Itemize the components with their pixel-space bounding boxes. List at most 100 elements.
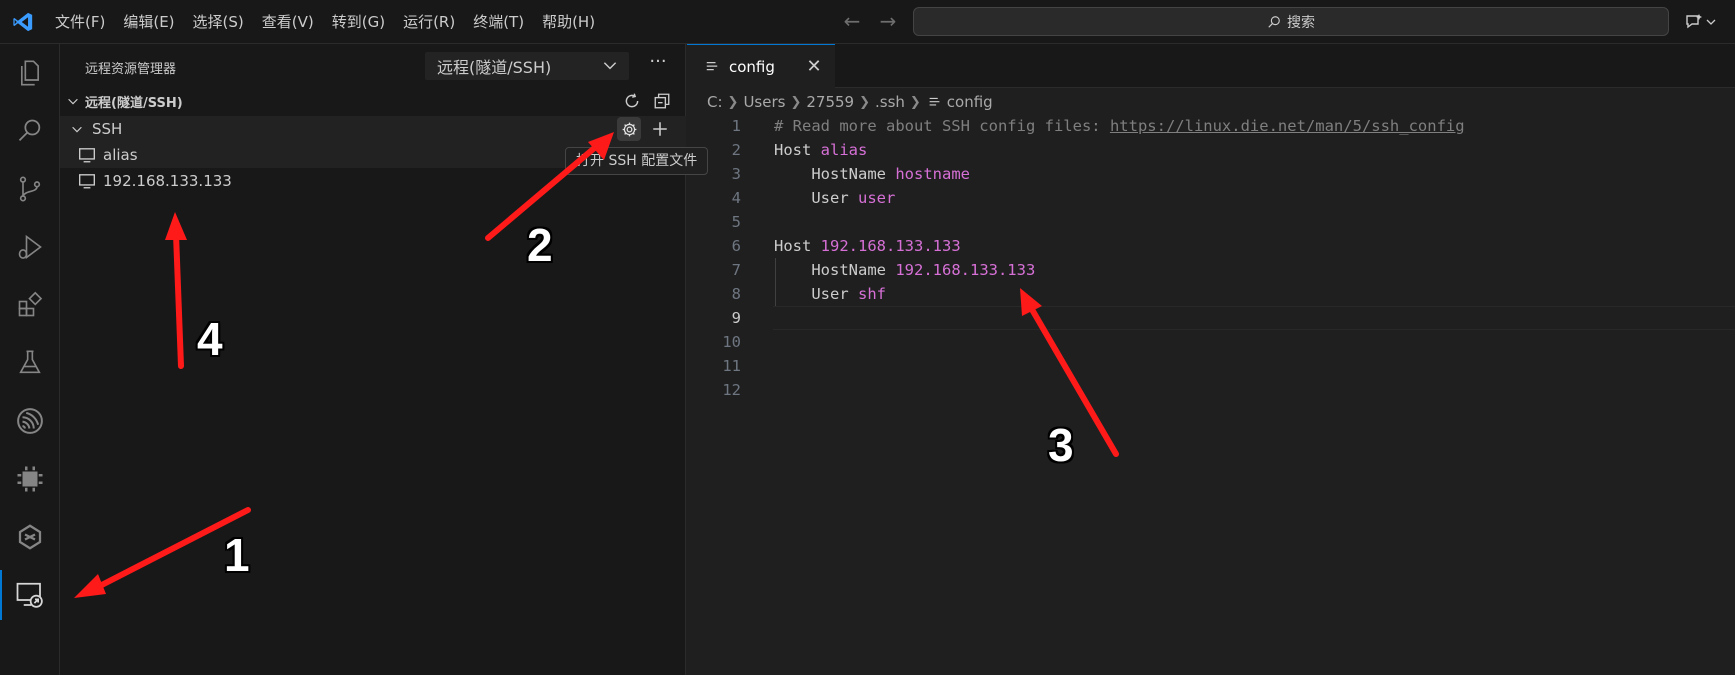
menu-go[interactable]: 转到(G) (323, 0, 394, 44)
command-center-search[interactable]: 搜索 (913, 7, 1669, 36)
code-line-6: Host 192.168.133.133 (774, 234, 961, 258)
refresh-icon[interactable] (620, 90, 644, 112)
remote-explorer-icon[interactable] (0, 566, 60, 624)
code-line-1: # Read more about SSH config files: http… (774, 114, 1465, 138)
chevron-right-icon: ❯ (909, 94, 921, 110)
sidebar-title: 远程资源管理器 (85, 62, 177, 77)
code-key: Host (774, 237, 821, 255)
menu-file[interactable]: 文件(F) (46, 0, 114, 44)
line-number: 11 (722, 357, 741, 375)
extensions-icon[interactable] (0, 276, 60, 334)
annotation-number-3: 3 (1048, 419, 1074, 471)
forward-arrow-icon[interactable]: → (874, 8, 902, 36)
code-key: HostName (774, 261, 896, 279)
search-icon[interactable] (0, 102, 60, 160)
chevron-right-icon: ❯ (859, 94, 870, 110)
activity-bar (0, 44, 60, 675)
ssh-config-doc-link[interactable]: https://linux.die.net/man/5/ssh_config (1110, 117, 1465, 135)
chevron-down-icon (1706, 19, 1716, 25)
menu-terminal[interactable]: 终端(T) (464, 0, 533, 44)
testing-icon[interactable] (0, 334, 60, 392)
code-value: alias (820, 141, 868, 159)
section-title: 远程(隧道/SSH) (85, 95, 183, 111)
file-lines-icon (929, 97, 940, 105)
menu-run[interactable]: 运行(R) (394, 0, 464, 44)
code-value: hostname (895, 165, 970, 183)
source-control-icon[interactable] (0, 160, 60, 218)
chip-icon[interactable] (0, 450, 60, 508)
code-key: User (774, 285, 858, 303)
code-line-8: User shf (774, 282, 886, 306)
more-actions-icon[interactable]: ··· (645, 52, 671, 78)
explorer-icon[interactable] (0, 44, 60, 102)
back-arrow-icon[interactable]: ← (838, 8, 866, 36)
collapse-all-icon[interactable] (650, 90, 674, 112)
line-number: 5 (731, 213, 741, 231)
annotation-number-2: 2 (527, 219, 553, 271)
comment-text: # Read more about SSH config files: (774, 117, 1110, 135)
monitor-icon (79, 148, 95, 163)
copilot-button[interactable] (1680, 8, 1720, 36)
nav-arrows: ← → (838, 8, 902, 36)
vscode-logo-icon (0, 0, 46, 44)
code-line-2: Host alias (774, 138, 867, 162)
breadcrumb-item[interactable]: config (947, 93, 993, 111)
close-icon[interactable]: ✕ (803, 55, 825, 77)
file-lines-icon (706, 61, 718, 70)
line-number: 6 (731, 237, 741, 255)
code-editor[interactable]: 1 2 3 4 5 6 7 8 9 10 11 12 # Read more a… (687, 114, 1735, 675)
line-number: 8 (731, 285, 741, 303)
code-line-7: HostName 192.168.133.133 (774, 258, 1035, 282)
annotation-number-4: 4 (197, 313, 223, 365)
plus-icon (653, 122, 667, 136)
search-label: 搜索 (1287, 14, 1315, 31)
remote-explorer-sidebar: 远程资源管理器 远程(隧道/SSH) ··· 远程(隧道/SSH) SSH al… (60, 44, 686, 675)
code-value: 192.168.133.133 (820, 237, 961, 255)
ssh-config-tooltip: 打开 SSH 配置文件 (565, 147, 709, 175)
chevron-down-icon (603, 62, 617, 70)
line-number: 4 (731, 189, 741, 207)
monitor-icon (79, 174, 95, 189)
chevron-down-icon (68, 98, 78, 105)
breadcrumb-item[interactable]: 27559 (806, 93, 854, 111)
run-debug-icon[interactable] (0, 218, 60, 276)
add-host-button[interactable] (648, 117, 672, 141)
breadcrumb-item[interactable]: C: (707, 93, 723, 111)
code-line-4: User user (774, 186, 895, 210)
copilot-icon (1686, 14, 1702, 29)
chevron-right-icon: ❯ (727, 94, 739, 110)
breadcrumb-item[interactable]: Users (743, 93, 785, 111)
tab-config[interactable]: config ✕ (687, 44, 835, 88)
line-number: 10 (722, 333, 741, 351)
ssh-group-label: SSH (92, 120, 123, 138)
esp-idf-icon[interactable] (0, 392, 60, 450)
menu-bar: 文件(F) 编辑(E) 选择(S) 查看(V) 转到(G) 运行(R) 终端(T… (46, 0, 604, 44)
menu-help[interactable]: 帮助(H) (533, 0, 604, 44)
code-line-3: HostName hostname (774, 162, 970, 186)
host-label: 192.168.133.133 (103, 172, 232, 190)
menu-edit[interactable]: 编辑(E) (114, 0, 183, 44)
code-key: HostName (774, 165, 896, 183)
host-label: alias (103, 146, 138, 164)
menu-view[interactable]: 查看(V) (253, 0, 323, 44)
menu-selection[interactable]: 选择(S) (184, 0, 253, 44)
code-value: user (858, 189, 896, 207)
line-number: 9 (731, 309, 741, 327)
annotation-number-1: 1 (224, 529, 250, 581)
section-header[interactable]: 远程(隧道/SSH) (60, 88, 686, 114)
ssh-group-row[interactable]: SSH (60, 116, 686, 142)
remote-type-value: 远程(隧道/SSH) (437, 58, 552, 77)
platform-icon[interactable] (0, 508, 60, 566)
remote-type-select[interactable]: 远程(隧道/SSH) (425, 52, 629, 80)
code-value: shf (858, 285, 886, 303)
breadcrumb: C: ❯ Users ❯ 27559 ❯ .ssh ❯ config (687, 90, 1735, 114)
open-ssh-config-button[interactable] (617, 117, 641, 141)
chevron-right-icon: ❯ (790, 94, 802, 110)
breadcrumb-item[interactable]: .ssh (875, 93, 905, 111)
line-number: 7 (731, 261, 741, 279)
title-bar: 文件(F) 编辑(E) 选择(S) 查看(V) 转到(G) 运行(R) 终端(T… (0, 0, 1735, 44)
code-key: User (774, 189, 858, 207)
search-icon (1268, 15, 1280, 28)
tab-label: config (729, 57, 775, 76)
chevron-down-icon (72, 126, 82, 133)
